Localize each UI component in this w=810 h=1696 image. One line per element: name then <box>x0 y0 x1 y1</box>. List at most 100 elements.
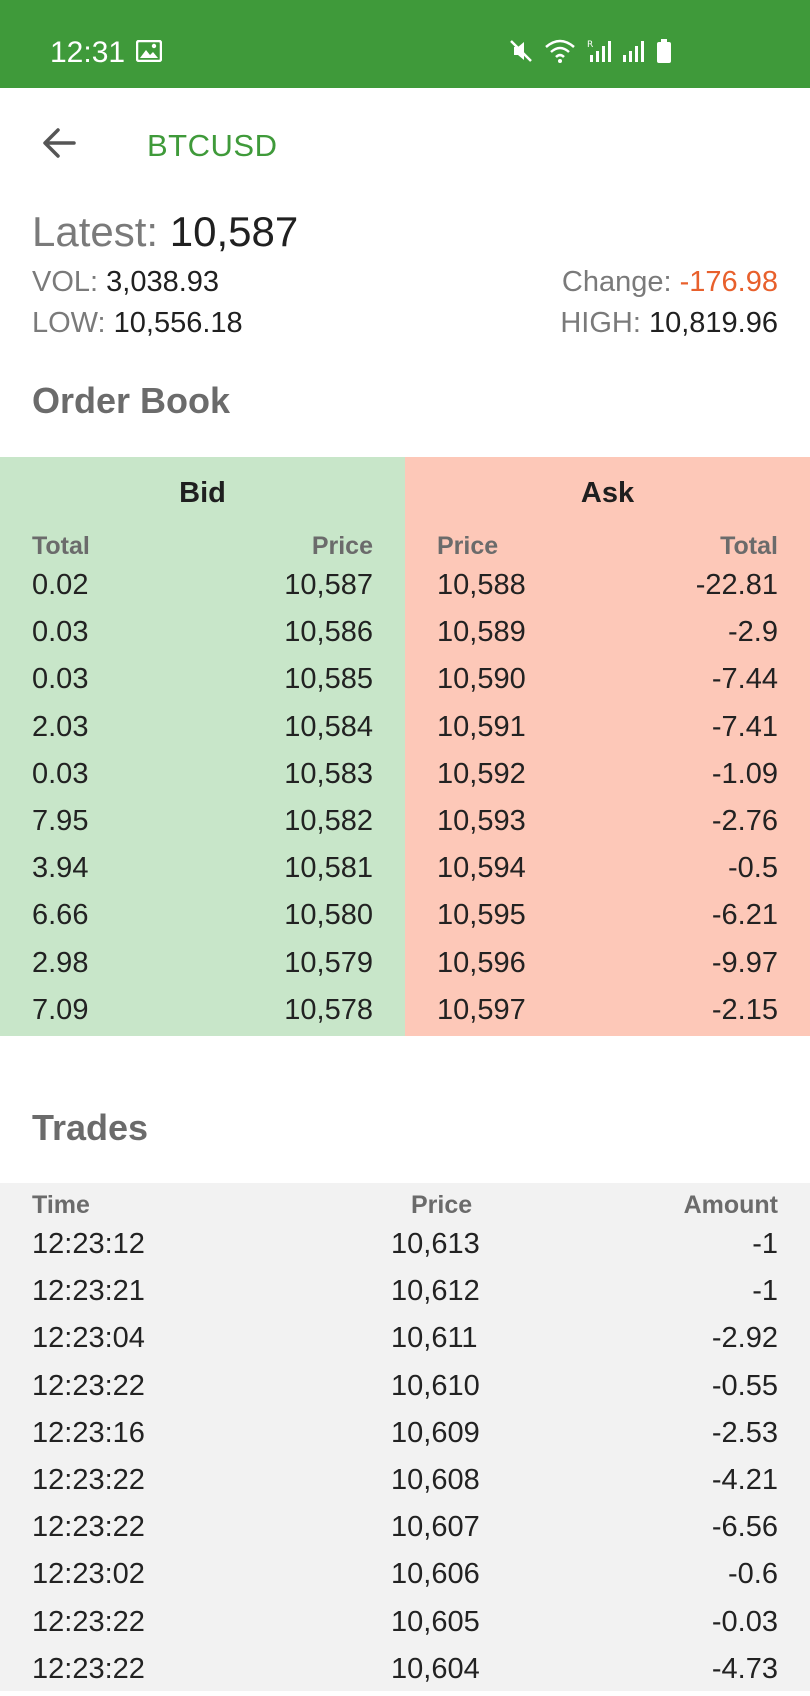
ask-row: 10,590 -7.44 <box>405 659 810 706</box>
ask-price: 10,588 <box>437 569 526 601</box>
trade-row: 12:23:04 10,611 -2.92 <box>0 1318 810 1365</box>
trade-amount: -2.92 <box>711 1322 778 1355</box>
ask-row: 10,589 -2.9 <box>405 612 810 659</box>
change-label: Change: <box>561 266 672 298</box>
ask-price: 10,590 <box>437 663 526 696</box>
ask-row: 10,593 -2.76 <box>405 801 810 848</box>
bid-price: 10,583 <box>284 757 373 790</box>
trade-row: 12:23:22 10,605 -0.03 <box>0 1602 810 1649</box>
status-icons: R <box>508 38 672 64</box>
ask-price: 10,593 <box>437 804 526 837</box>
ask-price: 10,596 <box>437 946 526 979</box>
signal-icon <box>622 38 646 64</box>
trade-row: 12:23:21 10,612 -1 <box>0 1271 810 1318</box>
trade-time: 12:23:12 <box>32 1228 145 1260</box>
bid-header: Bid <box>179 477 226 509</box>
ask-rows: 10,588 -22.81 10,589 -2.9 10,590 -7.44 10,591 -… <box>405 565 810 1037</box>
symbol-title: BTCUSD <box>147 128 278 163</box>
trade-time: 12:23:22 <box>32 1605 145 1638</box>
ask-row: 10,591 -7.41 <box>405 707 810 754</box>
ask-price: 10,591 <box>437 710 526 743</box>
trade-amount: -0.03 <box>711 1605 778 1638</box>
toolbar: BTCUSD <box>0 88 810 198</box>
bid-row: 2.03 10,584 <box>0 707 405 754</box>
arrow-left-icon <box>43 128 76 158</box>
bid-row: 2.98 10,579 <box>0 943 405 990</box>
ask-row: 10,592 -1.09 <box>405 754 810 801</box>
bid-row: 7.95 10,582 <box>0 801 405 848</box>
bid-col-price: Price <box>311 532 373 560</box>
trade-time: 12:23:22 <box>32 1463 145 1496</box>
trade-price: 10,608 <box>391 1463 480 1496</box>
bid-row: 0.02 10,587 <box>0 565 405 612</box>
signal-r-icon: R <box>586 38 612 64</box>
trade-price: 10,606 <box>391 1558 480 1591</box>
ask-panel: Ask Price Total 10,588 -22.81 10,589 -2.9 10… <box>405 457 810 1036</box>
trade-time: 12:23:22 <box>32 1369 145 1402</box>
ask-col-total: Total <box>720 532 778 560</box>
trade-time: 12:23:22 <box>32 1652 145 1685</box>
ask-col-price: Price <box>437 532 499 560</box>
trade-price: 10,611 <box>391 1322 478 1355</box>
bid-row: 0.03 10,583 <box>0 754 405 801</box>
trade-amount: -0.6 <box>728 1558 778 1591</box>
trade-time: 12:23:21 <box>32 1275 145 1308</box>
bid-total: 2.98 <box>32 946 89 979</box>
ask-row: 10,588 -22.81 <box>405 565 810 612</box>
high-value: 10,819.96 <box>648 307 778 339</box>
trades-title: Trades <box>32 1107 149 1148</box>
low-stat: LOW: 10,556.18 <box>32 307 243 340</box>
trade-time: 12:23:16 <box>32 1416 145 1449</box>
trades-col-amount: Amount <box>683 1191 778 1219</box>
bid-row: 6.66 10,580 <box>0 895 405 942</box>
bid-total: 7.95 <box>32 804 89 837</box>
ask-price: 10,595 <box>437 899 526 932</box>
battery-icon <box>656 38 672 64</box>
trade-row: 12:23:12 10,613 -1 <box>0 1224 810 1271</box>
ask-row: 10,597 -2.15 <box>405 990 810 1037</box>
trades-col-price: Price <box>411 1191 473 1219</box>
status-time: 12:31 <box>50 36 126 69</box>
ask-row: 10,596 -9.97 <box>405 943 810 990</box>
bid-row: 3.94 10,581 <box>0 848 405 895</box>
trade-amount: -1 <box>752 1275 778 1308</box>
high-stat: HIGH: 10,819.96 <box>560 307 778 340</box>
trade-rows: 12:23:12 10,613 -1 12:23:21 10,612 -1 12:23:04… <box>0 1224 810 1696</box>
ask-total: -22.81 <box>695 569 778 601</box>
trade-row: 12:23:22 10,607 -6.56 <box>0 1507 810 1554</box>
wifi-icon <box>544 38 576 64</box>
bid-row: 0.03 10,586 <box>0 612 405 659</box>
bid-rows: 0.02 10,587 0.03 10,586 0.03 10,585 2.03 10,584… <box>0 565 405 1037</box>
trade-row: 12:23:16 10,609 -2.53 <box>0 1413 810 1460</box>
trade-row: 12:23:22 10,608 -4.21 <box>0 1460 810 1507</box>
trade-amount: -1 <box>752 1228 778 1260</box>
bid-price: 10,579 <box>284 946 373 979</box>
svg-text:R: R <box>587 40 593 50</box>
ask-total: -6.21 <box>711 899 778 932</box>
trade-price: 10,610 <box>391 1369 480 1402</box>
bid-total: 0.03 <box>32 663 89 696</box>
ask-total: -2.76 <box>711 804 778 837</box>
ask-row: 10,595 -6.21 <box>405 895 810 942</box>
trade-price: 10,604 <box>391 1652 480 1685</box>
bid-total: 0.03 <box>32 616 89 649</box>
ask-row: 10,594 -0.5 <box>405 848 810 895</box>
ask-price: 10,594 <box>437 852 526 885</box>
bid-col-total: Total <box>32 532 90 560</box>
trade-price: 10,605 <box>391 1605 480 1638</box>
ask-total: -0.5 <box>728 852 778 885</box>
trade-price: 10,607 <box>391 1511 480 1544</box>
ask-price: 10,592 <box>437 757 526 790</box>
trade-row: 12:23:22 10,610 -0.55 <box>0 1366 810 1413</box>
bid-total: 2.03 <box>32 710 89 743</box>
ask-total: -9.97 <box>711 946 778 979</box>
ask-total: -7.41 <box>711 710 778 743</box>
trade-amount: -0.55 <box>711 1369 778 1402</box>
ask-price: 10,597 <box>437 993 526 1026</box>
back-button[interactable] <box>34 118 84 168</box>
trade-time: 12:23:02 <box>32 1558 145 1591</box>
ask-header: Ask <box>580 477 635 509</box>
low-value: 10,556.18 <box>113 307 243 339</box>
change-stat: Change: -176.98 <box>562 266 778 299</box>
ask-price: 10,589 <box>437 616 526 649</box>
